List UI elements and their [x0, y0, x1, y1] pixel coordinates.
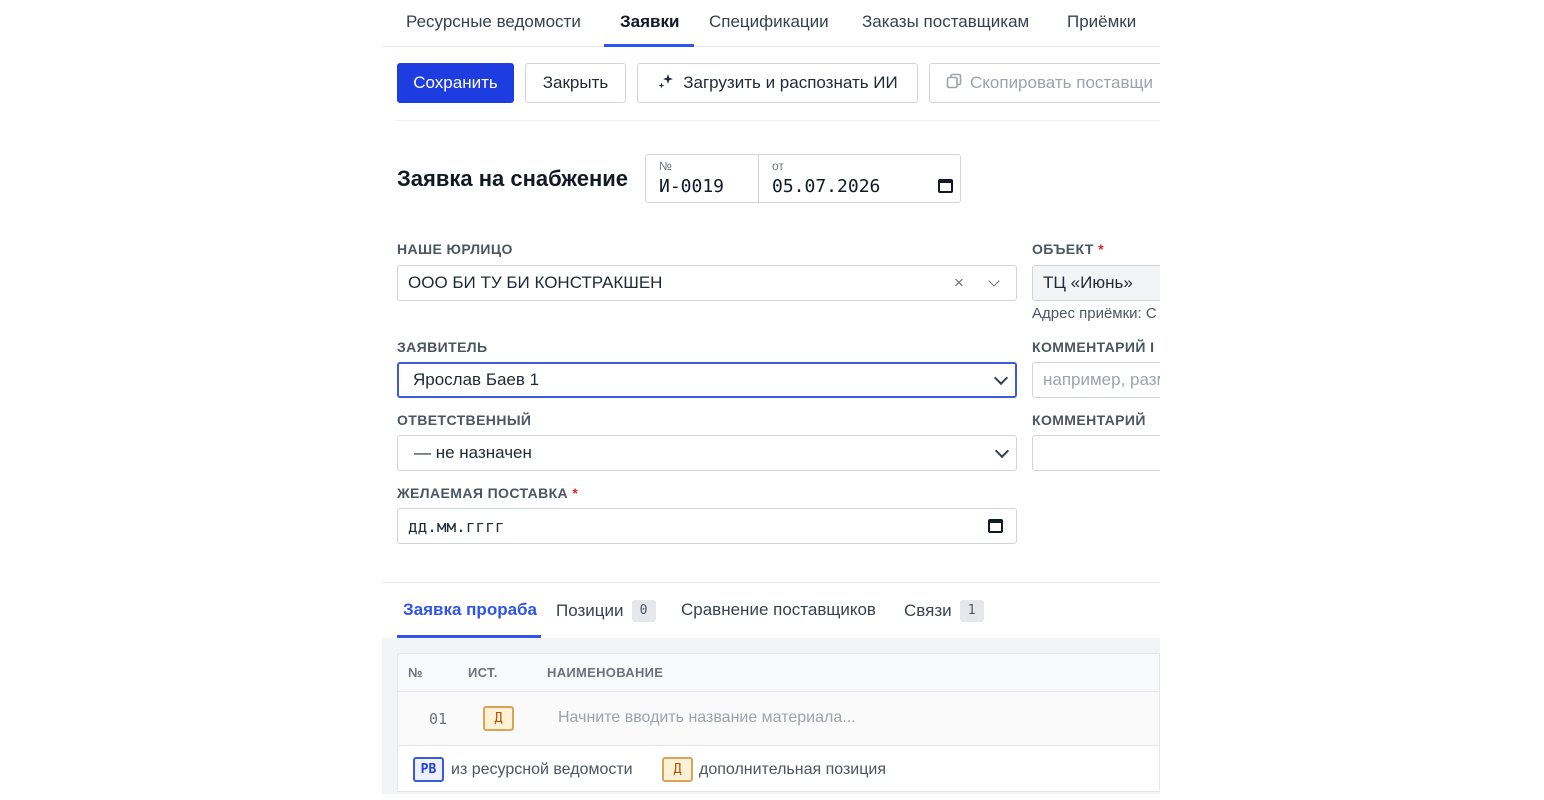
tab-foreman-request-label: Заявка прораба: [403, 600, 537, 619]
comment2-input[interactable]: [1032, 435, 1160, 471]
tab-foreman-request[interactable]: Заявка прораба: [403, 600, 537, 620]
comment1-input[interactable]: например, разм: [1032, 362, 1160, 398]
date-input[interactable]: 05.07.2026: [772, 176, 880, 197]
number-input[interactable]: И-0019: [659, 176, 724, 197]
top-tabs: Ресурсные ведомости Заявки Спецификации …: [382, 0, 1160, 47]
active-tab-indicator: [604, 44, 694, 47]
applicant-select[interactable]: Ярослав Баев 1: [397, 362, 1017, 398]
responsible-value: — не назначен: [414, 443, 532, 462]
upload-ai-button[interactable]: Загрузить и распознать ИИ: [637, 63, 918, 103]
comment2-label: КОММЕНТАРИЙ: [1032, 412, 1146, 428]
tab-positions-label: Позиции: [556, 601, 624, 620]
row-number: 01: [429, 710, 448, 728]
positions-count-badge: 0: [631, 600, 656, 622]
applicant-label: ЗАЯВИТЕЛЬ: [397, 339, 488, 355]
comment1-placeholder: например, разм: [1043, 370, 1160, 389]
desired-delivery-label: ЖЕЛАЕМАЯ ПОСТАВКА *: [397, 485, 578, 501]
legal-entity-label: НАШЕ ЮРЛИЦО: [397, 241, 513, 257]
chevron-down-icon[interactable]: [994, 443, 1010, 459]
tab-supplier-comparison[interactable]: Сравнение поставщиков: [681, 600, 876, 620]
desired-delivery-label-text: ЖЕЛАЕМАЯ ПОСТАВКА: [397, 485, 569, 501]
save-button[interactable]: Сохранить: [397, 63, 514, 103]
toolbar-divider: [396, 120, 1160, 121]
close-button[interactable]: Закрыть: [525, 63, 626, 103]
detail-tabs: Заявка прораба Позиции 0 Сравнение поста…: [382, 582, 1160, 638]
responsible-select[interactable]: — не назначен: [397, 435, 1017, 471]
number-label: №: [659, 159, 672, 173]
desired-delivery-placeholder: дд.мм.гггг: [408, 516, 505, 536]
object-value: ТЦ «Июнь»: [1043, 273, 1133, 292]
legend-d-badge: Д: [662, 757, 693, 782]
tab-specifications[interactable]: Спецификации: [709, 12, 829, 32]
material-name-input[interactable]: Начните вводить название материала...: [558, 709, 856, 727]
tab-links[interactable]: Связи 1: [904, 600, 984, 622]
required-mark: *: [572, 485, 579, 501]
app-viewport: Ресурсные ведомости Заявки Спецификации …: [382, 0, 1160, 800]
source-badge-additional: Д: [483, 706, 514, 731]
tab-positions[interactable]: Позиции 0: [556, 600, 656, 622]
calendar-icon[interactable]: [938, 179, 953, 193]
column-header-source: ИСТ.: [468, 665, 498, 680]
copy-supplier-button[interactable]: Скопировать поставщи: [929, 63, 1160, 103]
positions-table: № ИСТ. НАИМЕНОВАНИЕ 01 Д Начните вводить…: [397, 653, 1160, 792]
applicant-value: Ярослав Баев 1: [413, 370, 540, 389]
delivery-address-hint: Адрес приёмки: С: [1032, 305, 1157, 322]
positions-table-area: № ИСТ. НАИМЕНОВАНИЕ 01 Д Начните вводить…: [382, 638, 1160, 794]
chevron-down-icon[interactable]: [988, 275, 1000, 287]
tab-supplier-comparison-label: Сравнение поставщиков: [681, 600, 876, 619]
legend-rv-badge: РВ: [413, 757, 444, 782]
column-header-number: №: [408, 665, 423, 680]
object-label: ОБЪЕКТ *: [1032, 241, 1104, 257]
required-mark: *: [1098, 241, 1104, 257]
copy-icon: [946, 73, 962, 94]
desired-delivery-input[interactable]: дд.мм.гггг: [397, 508, 1017, 544]
legal-entity-select[interactable]: ООО БИ ТУ БИ КОНСТРАКШЕН ×: [397, 265, 1017, 301]
number-date-divider: [758, 155, 759, 202]
tab-receipts[interactable]: Приёмки: [1067, 12, 1136, 32]
table-row[interactable]: 01 Д Начните вводить название материала.…: [398, 692, 1159, 746]
copy-supplier-button-label: Скопировать поставщи: [970, 73, 1153, 92]
upload-ai-button-label: Загрузить и распознать ИИ: [683, 73, 898, 92]
chevron-down-icon[interactable]: [993, 370, 1009, 386]
close-button-label: Закрыть: [542, 73, 609, 92]
table-header: № ИСТ. НАИМЕНОВАНИЕ: [398, 654, 1159, 692]
tab-requests[interactable]: Заявки: [620, 12, 679, 32]
legal-entity-value: ООО БИ ТУ БИ КОНСТРАКШЕН: [408, 273, 663, 292]
tab-supplier-orders[interactable]: Заказы поставщикам: [862, 12, 1029, 32]
object-label-text: ОБЪЕКТ: [1032, 241, 1094, 257]
tab-resource-statements[interactable]: Ресурсные ведомости: [406, 12, 581, 32]
clear-icon[interactable]: ×: [954, 273, 964, 293]
sparkle-icon: [657, 72, 675, 95]
date-label: от: [772, 159, 784, 173]
number-date-group: № И-0019 от 05.07.2026: [645, 154, 961, 203]
column-header-name: НАИМЕНОВАНИЕ: [547, 665, 664, 680]
legend-rv-text: из ресурсной ведомости: [451, 761, 633, 778]
calendar-icon[interactable]: [988, 519, 1003, 533]
object-select[interactable]: ТЦ «Июнь»: [1032, 265, 1160, 301]
page-title: Заявка на снабжение: [397, 166, 629, 191]
tab-links-label: Связи: [904, 601, 952, 620]
comment1-label: КОММЕНТАРИЙ I: [1032, 339, 1155, 355]
save-button-label: Сохранить: [413, 73, 498, 92]
legend-d-text: дополнительная позиция: [699, 761, 887, 778]
responsible-label: ОТВЕТСТВЕННЫЙ: [397, 412, 532, 428]
links-count-badge: 1: [959, 600, 984, 622]
